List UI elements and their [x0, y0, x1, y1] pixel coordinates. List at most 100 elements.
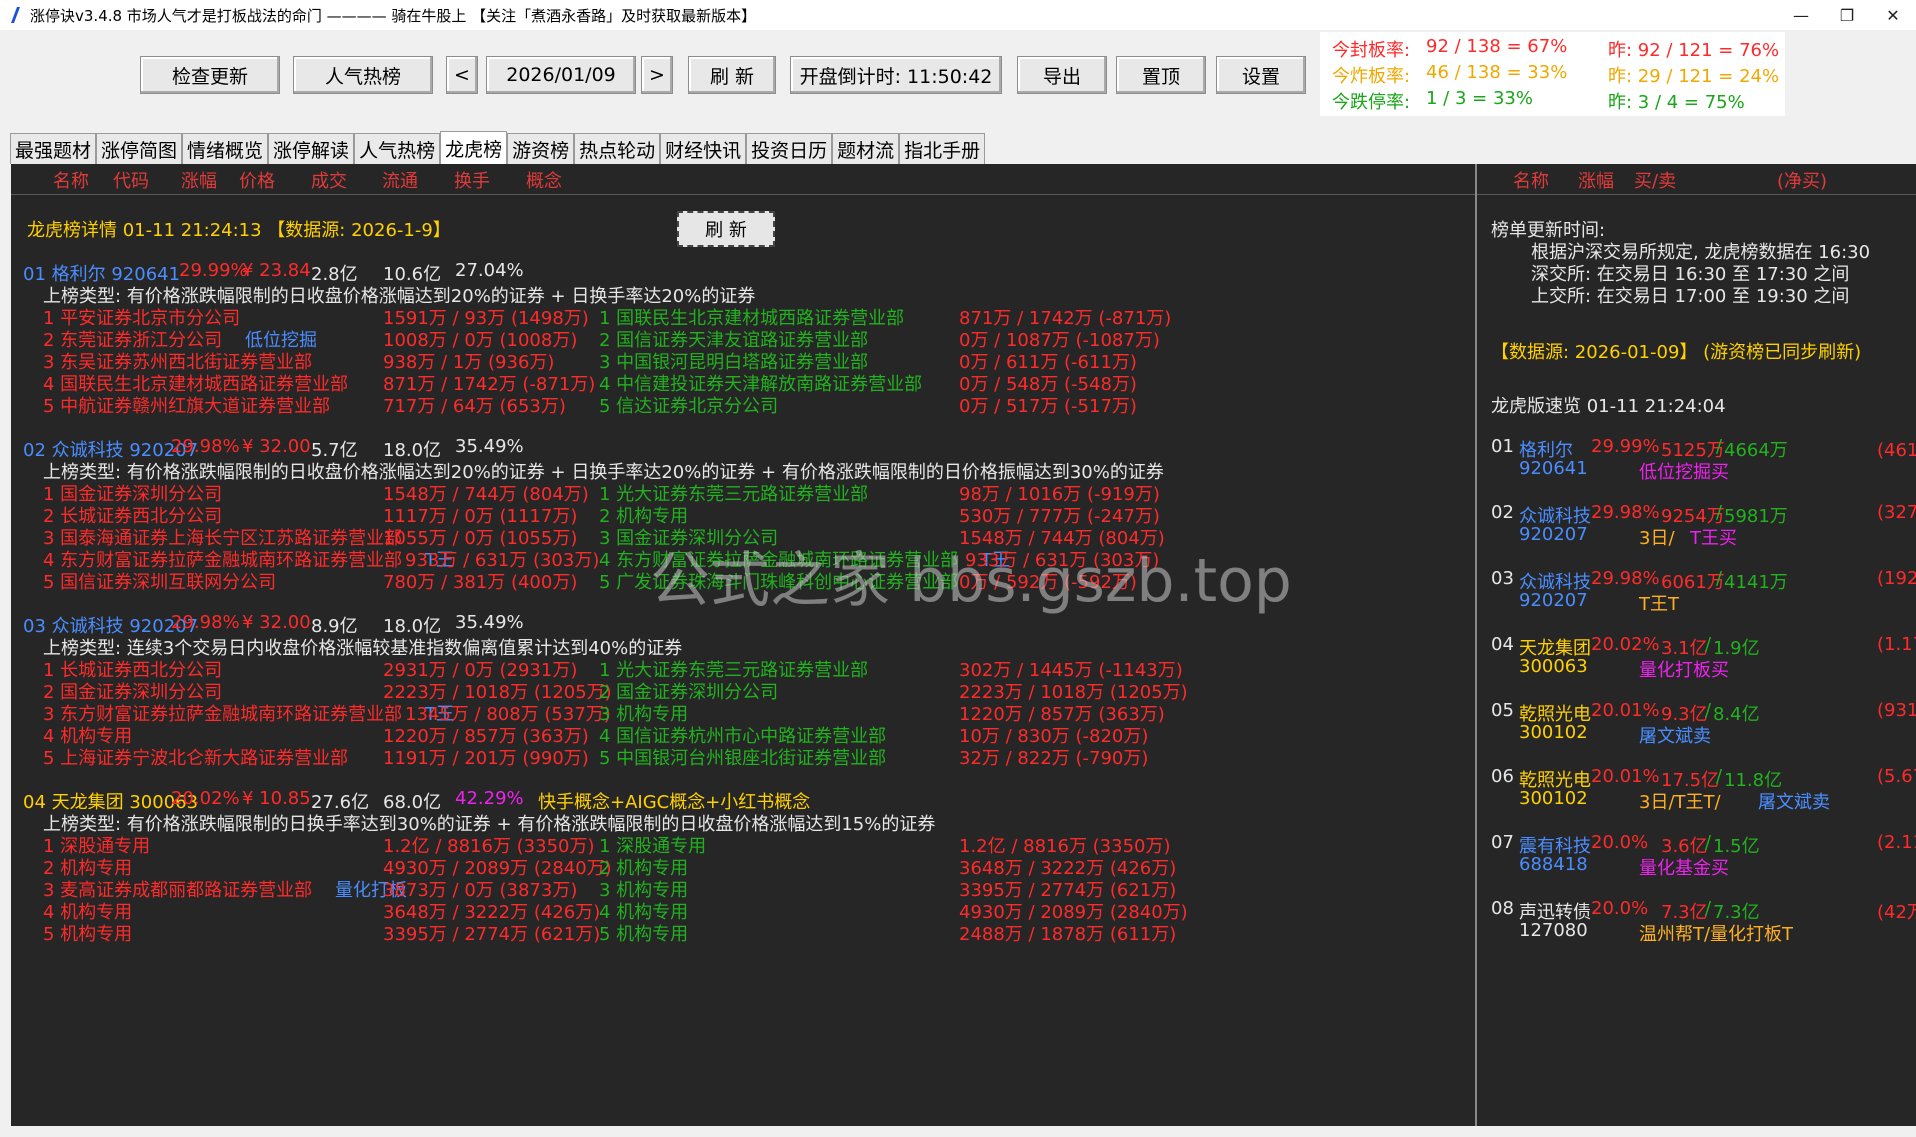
overview-index: 01: [1491, 436, 1514, 457]
seal-rate-label: 今封板率:: [1332, 40, 1411, 61]
overview-change: 29.99%: [1591, 436, 1660, 457]
dragon-tiger-detail-panel: 名称 代码 涨幅 价格 成交 流通 换手 概念 龙虎榜详情 01-11 21:24:13 【数…: [11, 164, 1475, 1126]
column-header[interactable]: (净买): [1777, 167, 1827, 193]
next-date-button[interactable]: >: [641, 56, 673, 94]
export-button[interactable]: 导出: [1017, 56, 1107, 94]
overview-change: 20.0%: [1591, 832, 1649, 853]
seller-name[interactable]: 5 机构专用: [599, 920, 688, 946]
tab-3[interactable]: 涨停解读: [268, 133, 355, 164]
overview-index: 04: [1491, 634, 1514, 655]
column-header[interactable]: 名称: [53, 167, 89, 193]
overview-code: 300102: [1519, 788, 1588, 809]
stock-change: 20.02%: [171, 788, 240, 809]
close-button[interactable]: ✕: [1870, 0, 1916, 30]
tab-6[interactable]: 游资榜: [507, 133, 575, 164]
seller-amount: 0万 / 517万 (-517万): [959, 396, 1137, 417]
overview-slash: /: [1716, 568, 1723, 589]
column-header[interactable]: 价格: [239, 167, 275, 193]
overview-code: 300063: [1519, 656, 1588, 677]
prev-date-button[interactable]: <: [446, 56, 478, 94]
header-divider: [1477, 194, 1916, 195]
stock-rate: 27.04%: [455, 260, 524, 281]
tab-7[interactable]: 热点轮动: [574, 133, 661, 164]
stock-price: ¥ 32.00: [242, 436, 311, 457]
overview-tag: T王买: [1690, 528, 1737, 549]
overview-line-2: 300063 量化打板买: [1491, 656, 1916, 682]
buyer-name[interactable]: 5 国信证券深圳互联网分公司: [43, 568, 276, 594]
overview-code: 920641: [1519, 458, 1588, 479]
buyer-amount: 780万 / 381万 (400万): [383, 572, 578, 593]
tab-2[interactable]: 情绪概览: [182, 133, 269, 164]
overview-index: 08: [1491, 898, 1514, 919]
column-header[interactable]: 名称: [1513, 167, 1549, 193]
stats-box: 今封板率: 92 / 138 = 67% 昨: 92 / 121 = 76% 今…: [1320, 32, 1785, 116]
burst-rate-label: 今炸板率:: [1332, 66, 1411, 87]
column-header[interactable]: 流通: [382, 167, 418, 193]
overview-tag: 3日/: [1639, 528, 1675, 549]
date-field[interactable]: 2026/01/09: [486, 56, 636, 94]
overview-tag: 量化基金买: [1639, 858, 1729, 879]
tab-8[interactable]: 财经快讯: [660, 133, 747, 164]
seller-amount: 32万 / 822万 (-790万): [959, 748, 1149, 769]
overview-line-2: 688418 量化基金买: [1491, 854, 1916, 880]
tab-10[interactable]: 题材流: [832, 133, 900, 164]
tab-5[interactable]: 龙虎榜: [440, 131, 508, 164]
overview-line-2: 920641 低位挖掘买: [1491, 458, 1916, 484]
column-header[interactable]: 涨幅: [181, 167, 217, 193]
drop-rate-label: 今跌停率:: [1332, 92, 1411, 113]
tab-1[interactable]: 涨停简图: [96, 133, 183, 164]
buyer-amount: 3395万 / 2774万 (621万): [383, 924, 601, 945]
column-header[interactable]: 概念: [526, 167, 562, 193]
overview-tag: 量化打板买: [1639, 660, 1729, 681]
app-icon: [6, 6, 24, 24]
check-update-button[interactable]: 检查更新: [140, 56, 280, 94]
minimize-button[interactable]: —: [1778, 0, 1824, 30]
table-row: 5 上海证券宁波北仑新大路证券营业部 1191万 / 201万 (990万) 5 中…: [43, 744, 1463, 770]
buyer-name[interactable]: 5 机构专用: [43, 920, 132, 946]
open-countdown: 开盘倒计时: 11:50:42: [790, 56, 1002, 94]
refresh-button[interactable]: 刷 新: [688, 56, 776, 94]
tab-11[interactable]: 指北手册: [899, 133, 986, 164]
overview-code: 920207: [1519, 524, 1588, 545]
overview-line-2: 920207 T王T: [1491, 590, 1916, 616]
window-title: 涨停诀v3.4.8 市场人气才是打板战法的命门 ———— 骑在牛股上 【关注「煮…: [30, 6, 757, 25]
column-header[interactable]: 换手: [454, 167, 490, 193]
overview-tag: 温州帮T/量化打板T: [1639, 924, 1794, 945]
seal-rate-value: 92 / 138 = 67%: [1426, 36, 1568, 57]
drop-rate-value: 1 / 3 = 33%: [1426, 88, 1533, 109]
detail-refresh-button[interactable]: 刷 新: [677, 211, 775, 247]
buyer-name[interactable]: 5 中航证券赣州红旗大道证券营业部: [43, 392, 330, 418]
stock-change: 29.99%: [179, 260, 248, 281]
overview-line-2: 127080 温州帮T/量化打板T: [1491, 920, 1916, 946]
pin-top-button[interactable]: 置顶: [1116, 56, 1206, 94]
overview-index: 07: [1491, 832, 1514, 853]
tab-4[interactable]: 人气热榜: [354, 133, 441, 164]
table-row: 5 国信证券深圳互联网分公司 780万 / 381万 (400万) 5 广发证券珠海…: [43, 568, 1463, 594]
settings-button[interactable]: 设置: [1216, 56, 1306, 94]
overview-code: 688418: [1519, 854, 1588, 875]
dragon-tiger-overview-panel: 名称 涨幅 买/卖 (净买) 榜单更新时间: 根据沪深交易所规定, 龙虎榜数据在 16…: [1475, 164, 1916, 1126]
overview-slash: /: [1716, 502, 1723, 523]
overview-slash: /: [1705, 898, 1712, 919]
overview-slash: /: [1716, 766, 1723, 787]
overview-change: 20.01%: [1591, 700, 1660, 721]
overview-index: 05: [1491, 700, 1514, 721]
stock-change: 29.98%: [171, 436, 240, 457]
popular-button[interactable]: 人气热榜: [293, 56, 433, 94]
tab-9[interactable]: 投资日历: [746, 133, 833, 164]
overview-code: 920207: [1519, 590, 1588, 611]
seller-name[interactable]: 5 中国银河台州银座北街证券营业部: [599, 744, 886, 770]
header-divider: [11, 194, 1475, 195]
column-header[interactable]: 买/卖: [1634, 167, 1676, 193]
overview-line-2: 300102 屠文斌卖: [1491, 722, 1916, 748]
seal-rate-prev: 昨: 92 / 121 = 76%: [1608, 40, 1780, 61]
overview-change: 20.0%: [1591, 898, 1649, 919]
tab-0[interactable]: 最强题材: [10, 133, 97, 164]
maximize-button[interactable]: ❐: [1824, 0, 1870, 30]
seller-name[interactable]: 5 信达证券北京分公司: [599, 392, 778, 418]
column-header[interactable]: 代码: [113, 167, 149, 193]
seller-name[interactable]: 5 广发证券珠海斗门珠峰科创中心证券营业部: [599, 568, 958, 594]
column-header[interactable]: 涨幅: [1578, 167, 1614, 193]
column-header[interactable]: 成交: [311, 167, 347, 193]
buyer-name[interactable]: 5 上海证券宁波北仑新大路证券营业部: [43, 744, 348, 770]
